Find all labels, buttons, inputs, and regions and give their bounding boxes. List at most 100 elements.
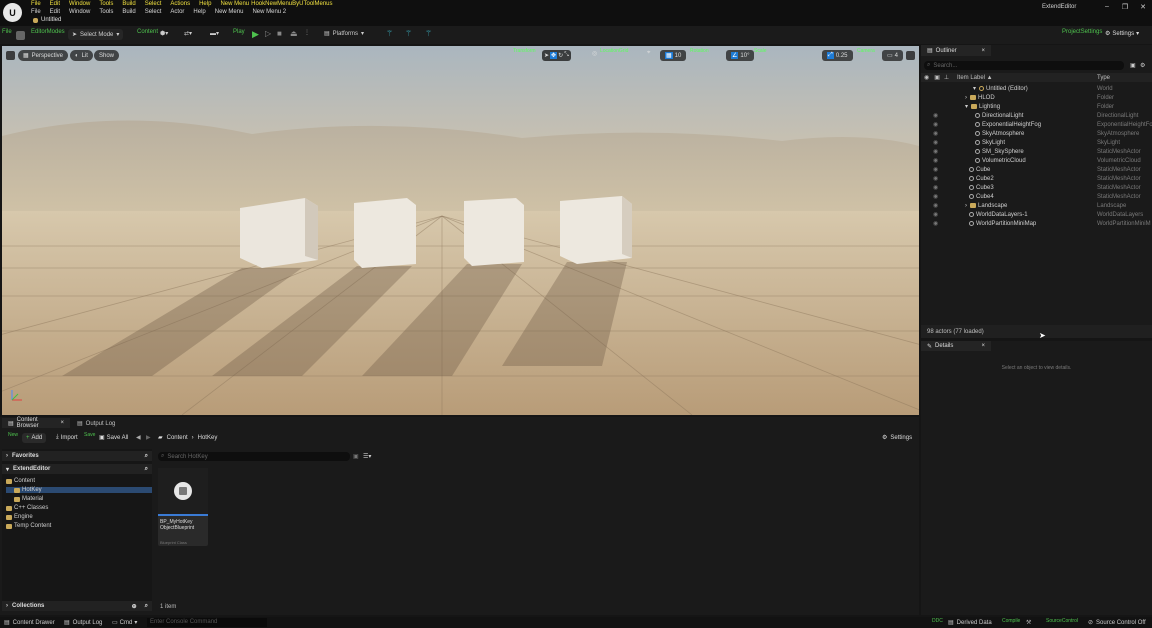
visibility-eye-icon[interactable]: ◉ <box>933 112 938 119</box>
menu-tools-top[interactable]: Tools <box>99 1 113 7</box>
surface-snap-icon[interactable]: ⌖ <box>647 50 650 57</box>
settings-dropdown[interactable]: ⚙ Settings ▾ <box>1105 30 1139 38</box>
collections-section[interactable]: › Collections ⊕ ⌕ <box>2 601 152 611</box>
scale-snap-button[interactable]: ⤢ 0.25 <box>822 50 853 61</box>
menu-window[interactable]: Window <box>69 9 90 15</box>
content-drawer-button[interactable]: ▤ Content Drawer <box>4 619 55 627</box>
menu-select-top[interactable]: Select <box>145 1 162 7</box>
search-icon[interactable]: ⌕ <box>145 603 148 610</box>
blueprint-icon[interactable]: ⇄▾ <box>184 30 192 37</box>
console-input[interactable]: Enter Console Command <box>147 618 267 627</box>
rotation-snap-button[interactable]: ∠ 10° <box>726 50 755 61</box>
menu-actor[interactable]: Actor <box>170 9 184 15</box>
world-space-icon[interactable]: ◎ <box>592 50 597 57</box>
perspective-button[interactable]: ▦ Perspective <box>18 50 69 61</box>
outliner-row[interactable]: ◉ › Landscape Landscape <box>921 201 1152 210</box>
eject-icon[interactable]: ⏏ <box>290 29 298 38</box>
outliner-row[interactable]: › HLOD Folder <box>921 93 1152 102</box>
menu-hook-new-menu[interactable]: HookNewMenuByUToolMenus <box>251 1 332 7</box>
move-tool-icon[interactable]: ✥ <box>550 52 558 59</box>
camera-speed-button[interactable]: ▭ 4 <box>882 50 904 61</box>
settings-gear-icon[interactable]: ⚙ <box>1140 62 1145 69</box>
tree-item-engine[interactable]: Engine <box>6 514 33 520</box>
visibility-eye-icon[interactable]: ◉ <box>933 211 938 218</box>
breadcrumb-hotkey[interactable]: HotKey <box>198 435 218 441</box>
menu-build-top[interactable]: Build <box>122 1 135 7</box>
stop-icon[interactable]: ■ <box>277 29 282 38</box>
tree-item-content[interactable]: Content <box>6 478 35 484</box>
outliner-search-input[interactable]: Search... <box>933 63 957 69</box>
menu-help[interactable]: Help <box>193 9 205 15</box>
maximize-viewport-icon[interactable] <box>906 51 915 60</box>
save-all-button[interactable]: ▣ Save All <box>99 434 128 442</box>
menu-new-menu[interactable]: New Menu <box>215 9 244 15</box>
tree-item-material[interactable]: Material <box>14 496 43 502</box>
content-label[interactable]: Content <box>137 29 158 35</box>
menu-window-top[interactable]: Window <box>69 1 90 7</box>
menu-file[interactable]: File <box>31 9 41 15</box>
outliner-row[interactable]: ◉ SkyAtmosphere SkyAtmosphere <box>921 129 1152 138</box>
visibility-eye-icon[interactable]: ◉ <box>933 166 938 173</box>
close-tab-icon[interactable]: × <box>981 343 985 349</box>
save-search-icon[interactable]: ▣ <box>353 453 359 460</box>
cmd-dropdown[interactable]: ▭ Cmd ▾ <box>112 619 137 627</box>
outliner-row[interactable]: ◉ SkyLight SkyLight <box>921 138 1152 147</box>
menu-tools[interactable]: Tools <box>99 9 113 15</box>
chevron-right-icon[interactable]: › <box>965 203 967 209</box>
close-button[interactable]: ✕ <box>1134 3 1152 11</box>
outliner-row[interactable]: ◉ Cube StaticMeshActor <box>921 165 1152 174</box>
lit-button[interactable]: ◐ Lit <box>70 50 93 61</box>
quick-add-icon[interactable]: ⬢▾ <box>160 30 168 37</box>
visibility-eye-icon[interactable]: ◉ <box>933 130 938 137</box>
cinematics-icon[interactable]: ▬▾ <box>210 30 219 37</box>
editor-modes-label[interactable]: EditorModes <box>31 29 65 35</box>
scale-tool-icon[interactable]: ⤡ <box>564 52 569 59</box>
tab-content-browser[interactable]: ▤ Content Browser × <box>2 417 70 429</box>
source-control-button[interactable]: ⊘ Source Control Off <box>1088 619 1146 627</box>
menu-new-menu-2[interactable]: New Menu 2 <box>252 9 286 15</box>
add-filter-icon[interactable]: ▣ <box>1130 62 1136 69</box>
menu-edit[interactable]: Edit <box>50 9 60 15</box>
platforms-dropdown[interactable]: ▤ Platforms ▾ <box>324 30 364 38</box>
outliner-row[interactable]: ◉ Cube3 StaticMeshActor <box>921 183 1152 192</box>
custom-tool-icon-1[interactable]: ⚚ <box>386 29 393 38</box>
add-button[interactable]: + Add <box>22 433 47 443</box>
search-icon[interactable]: ⌕ <box>145 453 148 460</box>
asset-tile[interactable]: BP_MyHotKey ObjectBlueprint Blueprint Cl… <box>158 468 208 546</box>
menu-new-menu-top[interactable]: New Menu <box>220 1 249 7</box>
import-button[interactable]: ⤓ Import <box>56 434 78 441</box>
type-column[interactable]: Type <box>1097 75 1110 81</box>
menu-select[interactable]: Select <box>145 9 162 15</box>
close-tab-icon[interactable]: × <box>981 48 985 54</box>
project-section[interactable]: ▾ ExtendEditor ⌕ <box>2 464 152 474</box>
filter-icon[interactable]: ☰▾ <box>363 453 371 460</box>
chevron-down-icon[interactable]: ▾ <box>973 85 976 92</box>
visibility-eye-icon[interactable]: ◉ <box>933 121 938 128</box>
derived-data-button[interactable]: ▤ Derived Data <box>948 619 992 627</box>
menu-help-top[interactable]: Help <box>199 1 211 7</box>
menu-build[interactable]: Build <box>122 9 135 15</box>
project-settings-label[interactable]: ProjectSettings <box>1062 29 1102 35</box>
tab-output-log[interactable]: ▤ Output Log <box>77 420 115 428</box>
item-label-column[interactable]: Item Label ▲ <box>957 75 993 81</box>
forward-icon[interactable]: ▶ <box>146 434 151 441</box>
menu-edit-top[interactable]: Edit <box>50 1 60 7</box>
tree-item-temp-content[interactable]: Temp Content <box>6 523 51 529</box>
outliner-row[interactable]: ◉ WorldDataLayers-1 WorldDataLayers <box>921 210 1152 219</box>
tree-item-cpp-classes[interactable]: C++ Classes <box>6 505 48 511</box>
visibility-eye-icon[interactable]: ◉ <box>933 220 938 227</box>
outliner-search[interactable]: ⌕ Search... <box>924 61 1124 70</box>
compile-label[interactable]: Compile <box>1002 618 1020 624</box>
custom-tool-icon-3[interactable]: ⚚ <box>425 29 432 38</box>
outliner-row[interactable]: ◉ SM_SkySphere StaticMeshActor <box>921 147 1152 156</box>
tab-details[interactable]: ✎ Details × <box>921 341 991 351</box>
visibility-eye-icon[interactable]: ◉ <box>933 139 938 146</box>
outliner-row[interactable]: ◉ WorldPartitionMiniMap WorldPartitionMini… <box>921 219 1152 228</box>
minimize-button[interactable]: – <box>1098 3 1116 10</box>
outliner-row[interactable]: ◉ DirectionalLight DirectionalLight <box>921 111 1152 120</box>
favorites-section[interactable]: › Favorites ⌕ <box>2 451 152 461</box>
asset-search[interactable]: ⌕ Search HotKey <box>158 452 350 461</box>
outliner-row[interactable]: ◉ Cube2 StaticMeshActor <box>921 174 1152 183</box>
select-tool-icon[interactable]: ➤ <box>544 52 549 59</box>
asset-search-input[interactable]: Search HotKey <box>167 454 207 460</box>
